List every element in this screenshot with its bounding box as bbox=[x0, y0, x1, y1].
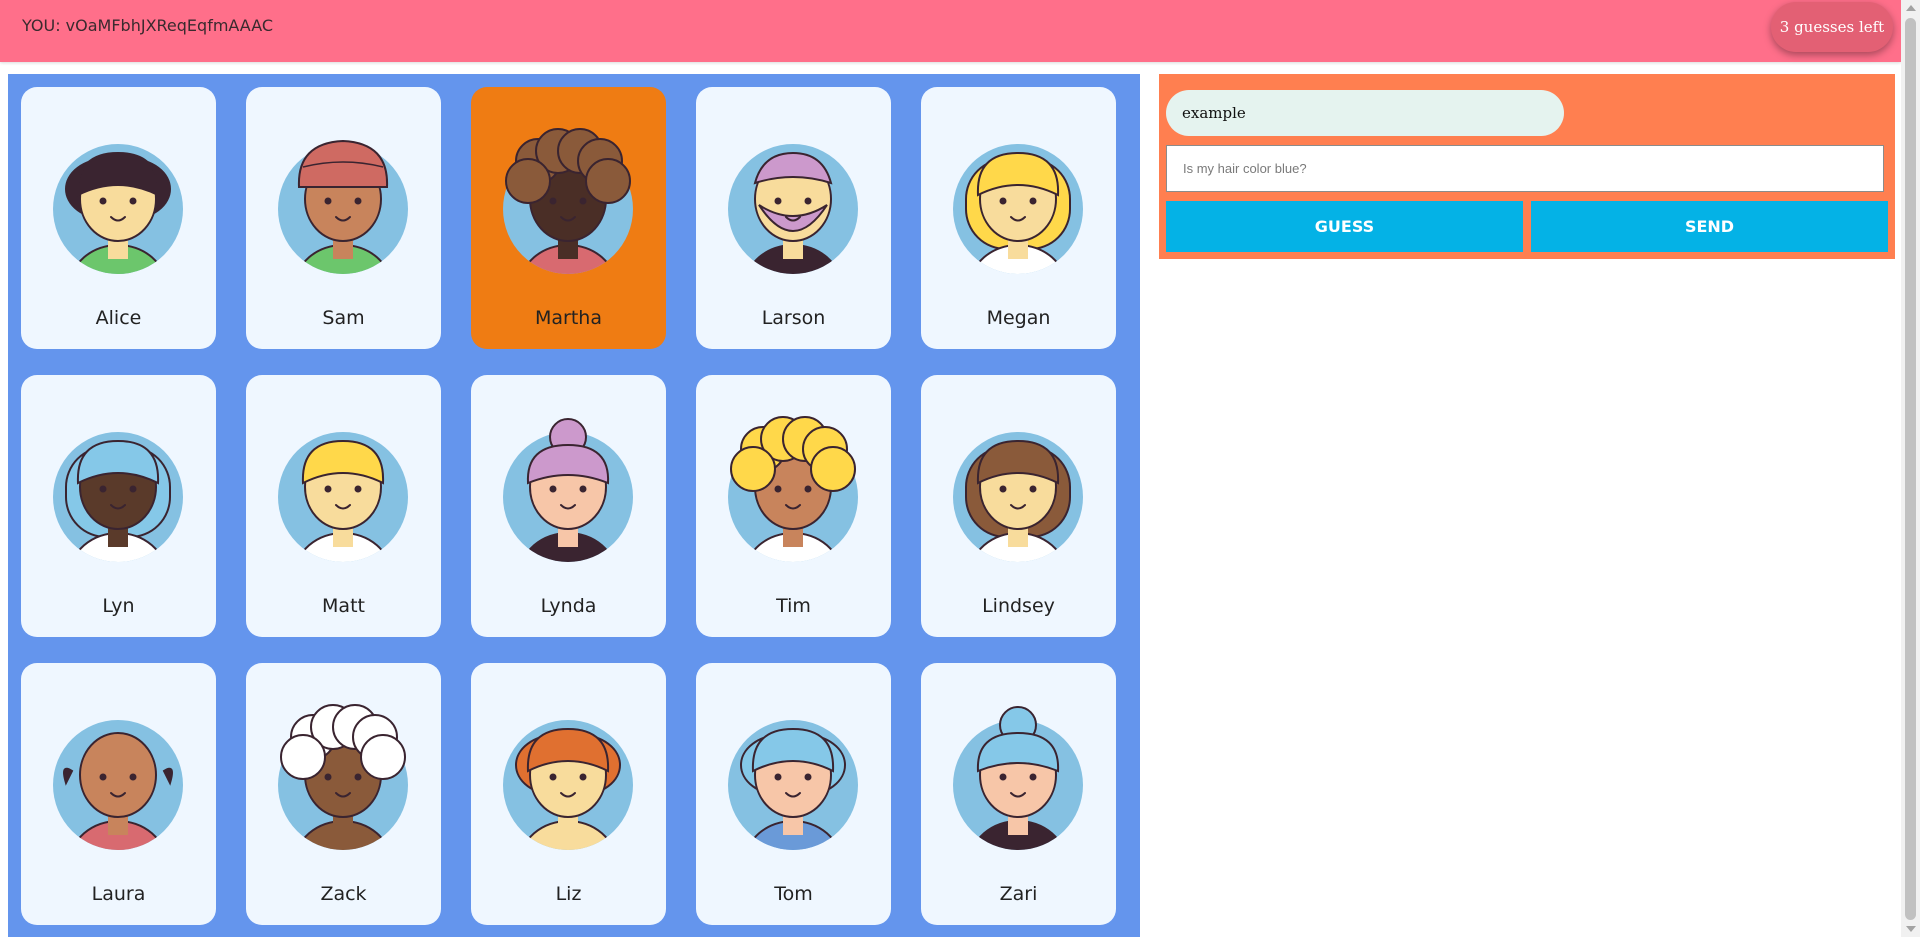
character-name: Alice bbox=[95, 307, 142, 329]
character-card[interactable]: Alice bbox=[21, 87, 216, 349]
character-name: Tim bbox=[776, 595, 811, 617]
character-card[interactable]: Tim bbox=[696, 375, 891, 637]
character-name: Martha bbox=[535, 307, 602, 329]
character-avatar bbox=[53, 144, 183, 274]
character-name: Zack bbox=[320, 883, 367, 905]
character-name: Larson bbox=[761, 307, 826, 329]
guess-button[interactable]: GUESS bbox=[1166, 201, 1523, 252]
character-card[interactable]: Lynda bbox=[471, 375, 666, 637]
character-name: Tom bbox=[774, 883, 813, 905]
character-card[interactable]: Tom bbox=[696, 663, 891, 925]
character-board: Alice Sam Martha Larson Megan Lyn Matt Lynda Tim… bbox=[8, 74, 1140, 937]
character-avatar bbox=[278, 139, 408, 274]
character-card[interactable]: Matt bbox=[246, 375, 441, 637]
page-scrollbar[interactable] bbox=[1901, 0, 1920, 937]
character-card[interactable]: Sam bbox=[246, 87, 441, 349]
character-avatar bbox=[728, 416, 858, 562]
question-panel: GUESS SEND bbox=[1159, 74, 1895, 259]
character-card[interactable]: Zari bbox=[921, 663, 1116, 925]
character-avatar bbox=[953, 144, 1083, 274]
character-card[interactable]: Lindsey bbox=[921, 375, 1116, 637]
character-name: Liz bbox=[555, 883, 582, 905]
character-card[interactable]: Larson bbox=[696, 87, 891, 349]
character-avatar bbox=[728, 144, 858, 274]
character-avatar bbox=[503, 128, 633, 274]
player-name-input[interactable] bbox=[1166, 90, 1564, 136]
character-name: Laura bbox=[91, 883, 146, 905]
character-name: Lyn bbox=[102, 595, 135, 617]
character-avatar bbox=[503, 418, 633, 562]
question-input[interactable] bbox=[1166, 145, 1884, 192]
character-avatar bbox=[953, 706, 1083, 850]
send-button[interactable]: SEND bbox=[1531, 201, 1888, 252]
character-avatar bbox=[53, 720, 183, 850]
character-card[interactable]: Liz bbox=[471, 663, 666, 925]
scroll-up-arrow-icon[interactable] bbox=[1906, 5, 1916, 11]
character-card[interactable]: Laura bbox=[21, 663, 216, 925]
character-name: Megan bbox=[986, 307, 1051, 329]
character-name: Lindsey bbox=[982, 595, 1055, 617]
guesses-left-badge: 3 guesses left bbox=[1771, 2, 1893, 52]
character-card[interactable]: Zack bbox=[246, 663, 441, 925]
character-avatar bbox=[278, 704, 408, 850]
character-card[interactable]: Megan bbox=[921, 87, 1116, 349]
player-id-label: YOU: vOaMFbhJXReqEqfmAAAC bbox=[22, 16, 274, 35]
character-name: Matt bbox=[322, 595, 365, 617]
character-name: Lynda bbox=[540, 595, 597, 617]
character-name: Zari bbox=[999, 883, 1038, 905]
character-name: Sam bbox=[322, 307, 365, 329]
scroll-down-arrow-icon[interactable] bbox=[1906, 926, 1916, 932]
character-avatar bbox=[503, 720, 633, 850]
character-card[interactable]: Lyn bbox=[21, 375, 216, 637]
character-card[interactable]: Martha bbox=[471, 87, 666, 349]
top-bar: YOU: vOaMFbhJXReqEqfmAAAC 3 guesses left bbox=[0, 0, 1901, 62]
character-avatar bbox=[53, 432, 183, 562]
character-avatar bbox=[278, 432, 408, 562]
character-avatar bbox=[728, 720, 858, 850]
scroll-thumb[interactable] bbox=[1905, 18, 1916, 920]
character-avatar bbox=[953, 432, 1083, 562]
